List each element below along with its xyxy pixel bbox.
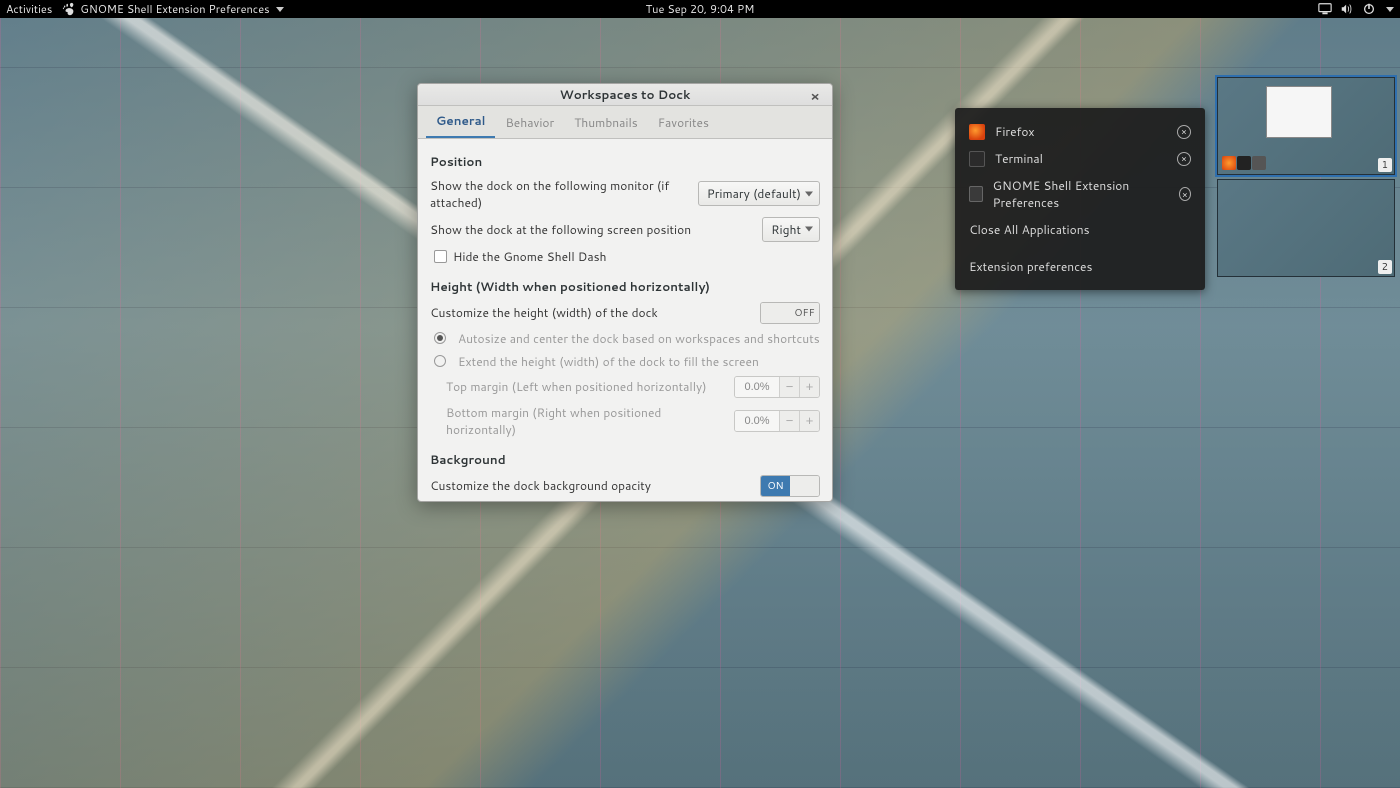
power-icon[interactable] xyxy=(1362,2,1376,16)
section-position: Position xyxy=(430,153,820,170)
customize-height-label: Customize the height (width) of the dock xyxy=(430,304,760,321)
extend-label: Extend the height (width) of the dock to… xyxy=(458,353,759,370)
top-margin-spin[interactable]: − + xyxy=(734,376,820,398)
screenpos-label: Show the dock at the following screen po… xyxy=(430,221,762,238)
tab-favorites[interactable]: Favorites xyxy=(648,106,719,138)
dock-popup-menu: Firefox × Terminal × GNOME Shell Extensi… xyxy=(955,108,1205,290)
bottom-margin-minus[interactable]: − xyxy=(779,411,799,431)
monitor-label: Show the dock on the following monitor (… xyxy=(430,177,698,211)
terminal-icon xyxy=(969,151,985,167)
popup-item-extension-prefs[interactable]: GNOME Shell Extension Preferences × xyxy=(955,172,1205,216)
firefox-icon xyxy=(969,124,985,140)
close-terminal-button[interactable]: × xyxy=(1177,152,1191,166)
top-margin-input[interactable] xyxy=(735,377,779,397)
chevron-down-icon xyxy=(276,7,284,12)
section-height: Height (Width when positioned horizontal… xyxy=(430,278,820,295)
top-margin-plus[interactable]: + xyxy=(799,377,819,397)
hide-dash-checkbox[interactable] xyxy=(434,250,447,263)
volume-icon[interactable] xyxy=(1340,2,1354,16)
close-all-apps[interactable]: Close All Applications xyxy=(955,216,1205,243)
bottom-margin-label: Bottom margin (Right when positioned hor… xyxy=(446,404,734,438)
display-icon[interactable] xyxy=(1318,2,1332,16)
workspace-number: 1 xyxy=(1378,158,1392,172)
workspace-switcher: 1 2 xyxy=(1217,77,1395,281)
autosize-radio[interactable] xyxy=(434,332,446,344)
customize-bg-label: Customize the dock background opacity xyxy=(430,477,760,494)
screenpos-dropdown[interactable]: Right xyxy=(762,217,820,242)
top-bar: Activities GNOME Shell Extension Prefere… xyxy=(0,0,1400,18)
close-button[interactable]: × xyxy=(806,88,824,106)
workspace-thumb-1[interactable]: 1 xyxy=(1217,77,1395,175)
extend-radio[interactable] xyxy=(434,355,446,367)
close-firefox-button[interactable]: × xyxy=(1177,125,1191,139)
popup-item-terminal[interactable]: Terminal × xyxy=(955,145,1205,172)
section-background: Background xyxy=(430,451,820,468)
bottom-margin-plus[interactable]: + xyxy=(799,411,819,431)
app-menu-label: GNOME Shell Extension Preferences xyxy=(80,1,269,17)
top-margin-label: Top margin (Left when positioned horizon… xyxy=(446,378,734,395)
autosize-label: Autosize and center the dock based on wo… xyxy=(458,330,820,347)
preferences-dialog: Workspaces to Dock × General Behavior Th… xyxy=(417,83,833,502)
activities-button[interactable]: Activities xyxy=(6,1,52,17)
popup-item-firefox[interactable]: Firefox × xyxy=(955,118,1205,145)
workspace-thumb-2[interactable]: 2 xyxy=(1217,179,1395,277)
dialog-titlebar[interactable]: Workspaces to Dock × xyxy=(418,84,832,106)
tab-bar: General Behavior Thumbnails Favorites xyxy=(418,106,832,139)
customize-bg-switch[interactable]: ON xyxy=(760,475,820,497)
tray-icon xyxy=(1252,156,1266,170)
hide-dash-label: Hide the Gnome Shell Dash xyxy=(453,248,607,265)
chevron-down-icon xyxy=(1386,7,1394,12)
clock[interactable]: Tue Sep 20, 9:04 PM xyxy=(646,1,755,17)
extension-preferences-link[interactable]: Extension preferences xyxy=(955,253,1205,280)
gnome-foot-icon xyxy=(62,2,76,16)
customize-height-switch[interactable]: OFF xyxy=(760,302,820,324)
dialog-body: Position Show the dock on the following … xyxy=(418,139,832,501)
tab-behavior[interactable]: Behavior xyxy=(495,106,564,138)
dialog-title: Workspaces to Dock xyxy=(560,86,691,103)
close-extension-prefs-button[interactable]: × xyxy=(1179,187,1191,201)
monitor-dropdown[interactable]: Primary (default) xyxy=(698,181,820,206)
tab-thumbnails[interactable]: Thumbnails xyxy=(564,106,648,138)
tray-icon xyxy=(1237,156,1251,170)
settings-icon xyxy=(969,186,983,202)
bottom-margin-input[interactable] xyxy=(735,411,779,431)
tab-general[interactable]: General xyxy=(426,104,495,138)
workspace-number: 2 xyxy=(1378,260,1392,274)
tray-icon xyxy=(1222,156,1236,170)
top-margin-minus[interactable]: − xyxy=(779,377,799,397)
app-menu[interactable]: GNOME Shell Extension Preferences xyxy=(62,1,283,17)
bottom-margin-spin[interactable]: − + xyxy=(734,410,820,432)
